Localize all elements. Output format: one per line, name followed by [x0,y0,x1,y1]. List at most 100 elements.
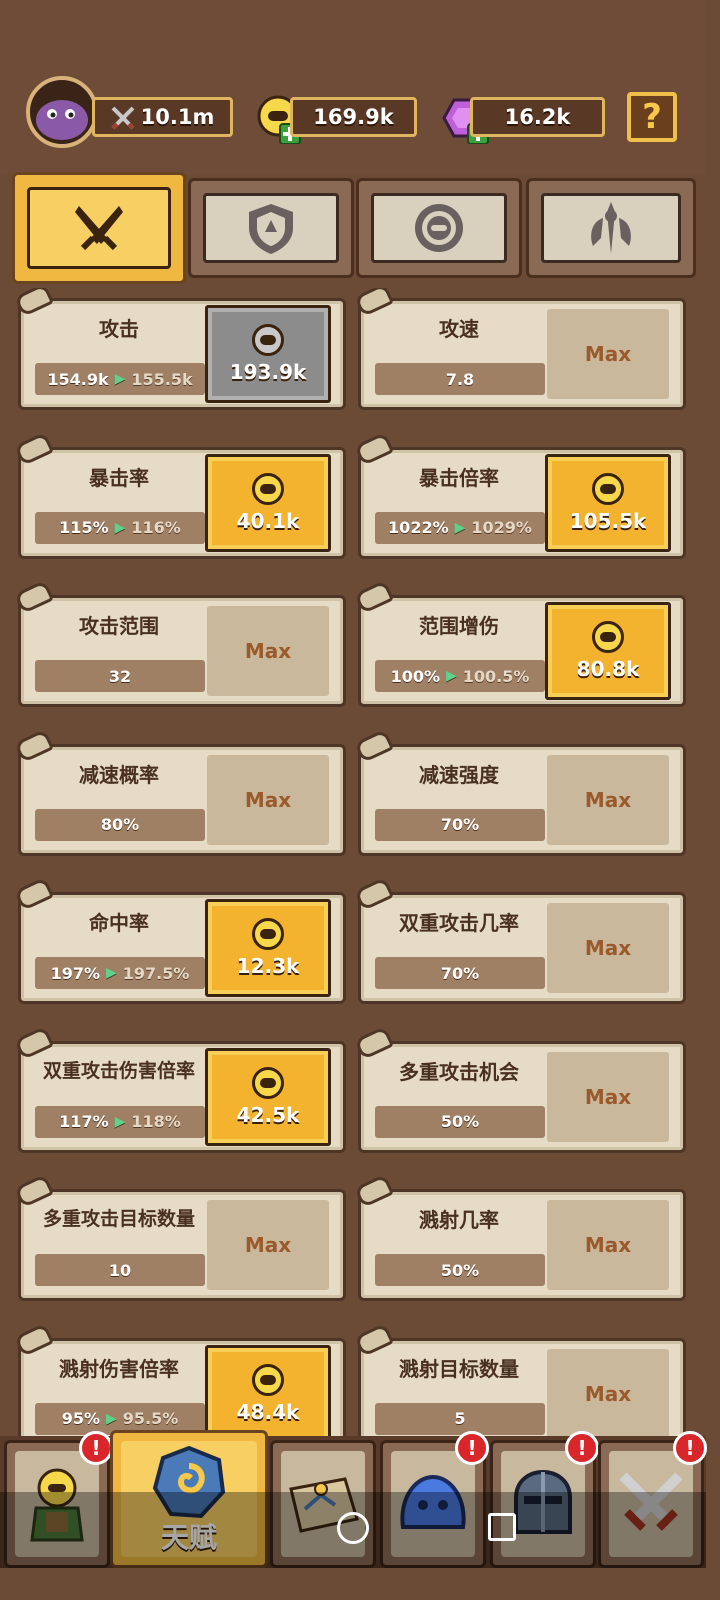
upgrade-title: 攻速 [439,317,479,341]
upgrade-stat: 154.9k ▶ 155.5k [35,363,205,395]
arrow-right-icon: ▶ [106,1410,117,1427]
upgrade-button[interactable]: 12.3k [205,899,331,997]
upgrade-stat: 5 [375,1402,545,1435]
upgrade-card: 双重攻击伤害倍率 117% ▶ 118% 42.5k [14,1025,346,1153]
upgrade-cost: 12.3k [236,954,300,978]
stat-current: 10 [108,1260,132,1280]
tab-defense[interactable] [188,178,354,278]
upgrade-button[interactable]: 42.5k [205,1047,331,1146]
notification-badge: ! [79,1431,113,1465]
upgrade-title: 减速概率 [79,762,159,787]
arrow-right-icon: ▶ [114,1113,126,1130]
upgrade-button[interactable]: 48.4k [205,1344,331,1438]
upgrade-title: 暴击率 [89,465,149,490]
stat-current: 197% [50,963,100,983]
stat-next: 100.5% [462,666,530,686]
stat-current: 5 [454,1409,466,1428]
tab-special[interactable] [526,178,696,278]
stat-current: 95% [61,1409,100,1428]
upgrade-cost: 193.9k [229,360,307,384]
slime-avatar-icon [36,100,88,140]
gold-display: 169.9k [290,97,417,137]
tab-attack[interactable] [12,172,186,284]
upgrade-card: 溅射目标数量 5 Max [353,1322,686,1438]
upgrade-button[interactable]: 80.8k [545,602,671,700]
stat-next: 116% [131,518,181,537]
coin-icon [252,324,284,356]
coin-icon [592,621,624,653]
upgrade-card: 减速强度 70% Max [353,728,686,856]
upgrade-title: 攻击范围 [79,614,159,638]
upgrade-card: 范围增伤 100% ▶ 100.5% 80.8k [353,579,686,707]
upgrade-card: 暴击倍率 1022% ▶ 1029% 105.5k [353,431,686,559]
upgrade-button[interactable]: 40.1k [205,453,331,552]
upgrade-stat: 70% [375,957,545,989]
upgrade-title: 多重攻击目标数量 [42,1208,195,1230]
player-avatar[interactable] [26,76,98,148]
upgrade-title: 范围增伤 [419,614,499,638]
upgrade-cost: 42.5k [236,1102,300,1127]
power-value: 10.1m [140,105,215,129]
notification-badge: ! [673,1431,707,1465]
max-level-indicator: Max [547,754,669,845]
upgrade-title: 溅射伤害倍率 [59,1356,179,1381]
crossed-swords-icon [75,206,123,251]
tower-icon [591,202,631,254]
upgrade-cost: 80.8k [576,657,640,681]
coin-icon [252,472,284,505]
stat-current: 32 [108,666,132,686]
notification-badge: ! [455,1431,489,1465]
scroll-curl-decoration [14,1173,55,1209]
upgrade-title: 双重攻击几率 [399,911,519,935]
upgrade-stat: 100% ▶ 100.5% [375,660,545,692]
arrow-right-icon: ▶ [114,371,126,387]
upgrade-card: 攻击 154.9k ▶ 155.5k 193.9k [14,288,346,410]
ring-icon [415,204,463,252]
scroll-curl-decoration [14,1322,55,1357]
stat-next: 197.5% [122,963,190,983]
scroll-curl-decoration [353,876,395,912]
upgrade-title: 减速强度 [419,762,499,787]
upgrade-button[interactable]: 193.9k [205,305,331,403]
scroll-curl-decoration [353,431,395,466]
stat-current: 50% [440,1112,480,1131]
upgrade-title: 溅射目标数量 [399,1356,519,1381]
upgrade-stat: 50% [375,1105,545,1138]
upgrade-stat: 115% ▶ 116% [35,511,205,544]
upgrade-cost: 40.1k [236,508,300,533]
scroll-curl-decoration [14,728,55,763]
notification-badge: ! [565,1431,599,1465]
recents-button-icon[interactable] [488,1513,516,1541]
stat-next: 118% [131,1112,181,1131]
top-bar: 10.1m 169.9k 16.2k ? [0,0,706,175]
help-button[interactable]: ? [627,92,677,142]
power-display: 10.1m [92,97,233,137]
coin-icon [252,1066,284,1099]
stat-current: 70% [440,815,480,834]
max-level-indicator: Max [547,309,669,399]
max-level-indicator: Max [207,754,329,845]
tab-economy[interactable] [356,178,522,278]
scroll-curl-decoration [353,1322,395,1357]
upgrade-card: 暴击率 115% ▶ 116% 40.1k [14,431,346,559]
shield-icon [249,204,293,254]
max-level-indicator: Max [547,1051,669,1142]
upgrade-title: 溅射几率 [419,1208,499,1232]
max-level-indicator: Max [207,1200,329,1290]
upgrade-title: 攻击 [99,317,139,341]
scroll-curl-decoration [14,1025,55,1060]
max-level-indicator: Max [547,903,669,993]
max-level-indicator: Max [547,1200,669,1290]
upgrade-cost: 48.4k [236,1399,300,1424]
upgrade-card: 多重攻击机会 50% Max [353,1025,686,1153]
upgrade-button[interactable]: 105.5k [545,453,671,552]
upgrade-stat: 80% [35,808,205,841]
upgrade-card: 溅射伤害倍率 95% ▶ 95.5% 48.4k [14,1322,346,1438]
stat-current: 115% [59,518,109,537]
coin-icon [592,472,624,505]
max-level-indicator: Max [207,606,329,696]
home-button-icon[interactable] [337,1512,369,1544]
upgrade-stat: 32 [35,660,205,692]
upgrade-stat: 197% ▶ 197.5% [35,957,205,989]
stat-next: 95.5% [122,1409,179,1428]
